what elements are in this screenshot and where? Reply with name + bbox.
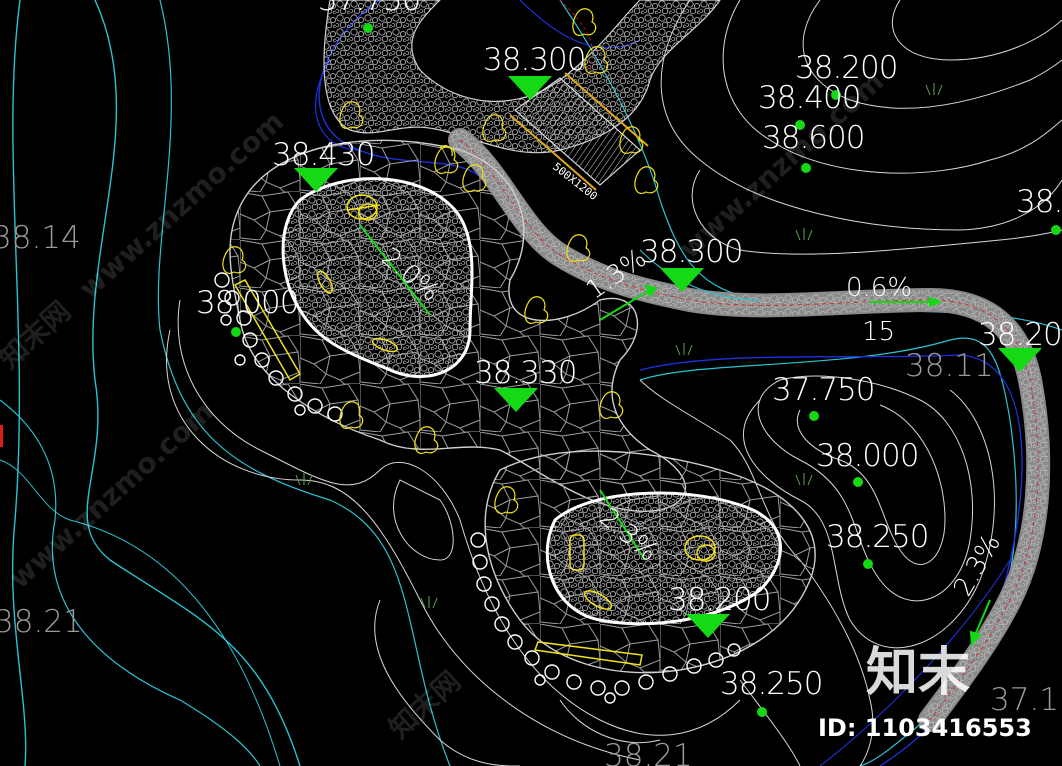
faint-elev-label: 38.11 xyxy=(905,348,994,384)
elev-label: 38.000 xyxy=(196,285,298,321)
faint-elev-label: 37.18 xyxy=(990,682,1062,718)
watermark-brand: 知末网 xyxy=(383,664,468,745)
slope-label: 0.6% xyxy=(846,273,912,303)
elev-label: 38.300 xyxy=(483,42,585,78)
watermark-url: www.znzmo.com xyxy=(3,395,221,596)
slope-label: 15 xyxy=(862,317,895,347)
elev-label: 38.430 xyxy=(272,137,374,173)
elev-label: 38.250 xyxy=(720,666,822,702)
faint-elev-label: 38.21 xyxy=(604,738,693,766)
elev-label: 38.000 xyxy=(816,438,918,474)
watermark-brand: 知末网 xyxy=(0,294,77,375)
elev-label: 38. xyxy=(1016,184,1062,220)
logo-text: 知末 xyxy=(866,643,970,703)
cad-site-plan: 500X1200 38.300 38.200 38.400 38.600 38.… xyxy=(0,0,1062,766)
elev-label: 38.200 xyxy=(668,582,770,618)
elev-label: 38.250 xyxy=(826,519,928,555)
faint-elev-label: 38.14 xyxy=(0,220,81,256)
asset-id: ID: 1103416553 xyxy=(818,714,1032,742)
lower-island xyxy=(484,450,816,674)
elev-label: 37.750 xyxy=(318,0,420,18)
faint-elev-label: 38.21 xyxy=(0,604,83,640)
red-mark xyxy=(0,425,3,447)
slope-label: 2.3% xyxy=(948,529,1007,601)
elev-label: 37.750 xyxy=(772,372,874,408)
elev-label: 38.330 xyxy=(474,355,576,391)
